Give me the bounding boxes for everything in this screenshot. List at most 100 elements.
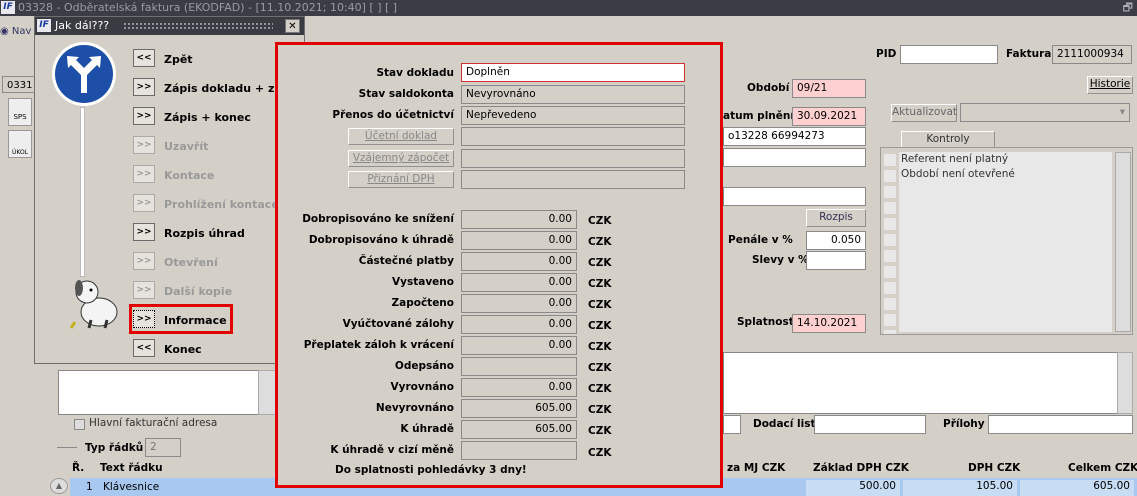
kontroly-button[interactable]: Kontroly xyxy=(901,131,995,148)
typ-radku-select[interactable]: 2 xyxy=(145,438,181,457)
kontroly-checkboxes[interactable] xyxy=(884,154,896,334)
dog-icon xyxy=(69,280,118,329)
faktura-field: 2111000934 xyxy=(1052,45,1132,64)
dialog-title[interactable]: Jak dál??? xyxy=(35,17,304,35)
prilohy-field[interactable] xyxy=(988,415,1133,434)
info-row-label: Dobropisováno k úhradě xyxy=(308,234,454,246)
info-row-value: 0.00 xyxy=(461,273,577,292)
ucetni-doklad-button[interactable]: Účetní doklad xyxy=(348,128,454,145)
uzavrit-label: Uzavřít xyxy=(164,140,209,153)
info-row-value: 0.00 xyxy=(461,294,577,313)
info-row-label: Přeplatek záloh k vrácení xyxy=(303,339,454,351)
zapis-dokladu-zpet-button[interactable]: >> xyxy=(133,78,155,96)
historie-button[interactable]: Historie xyxy=(1087,76,1133,94)
obdobi-field[interactable]: 09/21 xyxy=(792,79,866,98)
pid-label: PID xyxy=(876,48,897,60)
priznani-dph-button[interactable]: Přiznání DPH xyxy=(348,171,454,188)
jak-dal-dialog: Jak dál??? IF ✕ << Zpět >> Zápis dokladu… xyxy=(34,16,305,364)
dalsi-kopie-label: Další kopie xyxy=(164,285,233,298)
extra-field-2[interactable] xyxy=(723,187,866,206)
dodaci-prefix[interactable] xyxy=(723,415,741,434)
info-row-label: K úhradě xyxy=(400,423,454,435)
pid-field[interactable] xyxy=(900,45,998,64)
col-header-zaklad: Základ DPH CZK xyxy=(813,462,909,474)
zapis-konec-button[interactable]: >> xyxy=(133,107,155,125)
priznani-dph-field xyxy=(461,170,685,189)
kontroly-scrollbar[interactable] xyxy=(1115,152,1131,332)
chevron-down-icon: ▾ xyxy=(1119,106,1125,118)
row-zaklad: 500.00 xyxy=(806,480,900,496)
prilohy-label: Přílohy xyxy=(943,418,985,430)
info-row-label: Dobropisováno ke snížení xyxy=(302,213,454,225)
ico-field[interactable]: o13228 66994273 xyxy=(723,127,866,146)
scroll-up-icon[interactable]: ▲ xyxy=(50,478,68,494)
aktualizovat-button[interactable]: Aktualizovat xyxy=(891,104,957,122)
divider xyxy=(57,447,77,448)
vzajemny-zapocet-field xyxy=(461,149,685,168)
close-icon[interactable]: ✕ xyxy=(285,19,300,33)
datum-plneni-field[interactable]: 30.09.2021 xyxy=(792,107,866,126)
info-row-label: Vyúčtované zálohy xyxy=(342,318,454,330)
note-area[interactable] xyxy=(723,352,1118,414)
row-celkem: 605.00 xyxy=(1020,480,1134,496)
hlavni-checkbox[interactable] xyxy=(74,419,85,430)
penale-field[interactable]: 0.050 xyxy=(806,231,866,250)
informace-button[interactable]: >> xyxy=(133,310,155,328)
informace-panel: Stav dokladu Doplněn Stav saldokonta Nev… xyxy=(275,42,723,488)
info-row-label: Započteno xyxy=(391,297,454,309)
note-scrollbar[interactable] xyxy=(1117,352,1133,414)
dalsi-kopie-button[interactable]: >> xyxy=(133,281,155,299)
info-row-label: K úhradě v cizí měně xyxy=(330,444,454,456)
info-row-currency: CZK xyxy=(588,383,612,395)
otevreni-button[interactable]: >> xyxy=(133,252,155,270)
stav-saldokonta-label: Stav saldokonta xyxy=(358,88,454,100)
info-row-label: Nevyrovnáno xyxy=(375,402,454,414)
informace-label: Informace xyxy=(164,314,227,327)
nav-radio[interactable]: ◉ Nav xyxy=(0,26,31,37)
rozpis-uhrad-button[interactable]: >> xyxy=(133,223,155,241)
restore-icon[interactable]: 🗗 xyxy=(1123,0,1133,16)
stav-dokladu-label: Stav dokladu xyxy=(376,67,454,79)
slevy-field[interactable] xyxy=(806,251,866,270)
col-header-text: Text řádku xyxy=(100,462,163,474)
info-row-value: 605.00 xyxy=(461,399,577,418)
info-row-currency: CZK xyxy=(588,236,612,248)
info-row-label: Vyrovnáno xyxy=(390,381,454,393)
info-row-currency: CZK xyxy=(588,320,612,332)
penale-label: Penále v % xyxy=(728,234,793,246)
aktualizovat-select[interactable]: ▾ xyxy=(960,103,1130,122)
direction-sign-icon xyxy=(52,42,116,106)
dodaci-field[interactable] xyxy=(814,415,926,434)
row-num: 1 xyxy=(86,481,93,493)
prohlizeni-kontace-button[interactable]: >> xyxy=(133,194,155,212)
uzavrit-button[interactable]: >> xyxy=(133,136,155,154)
info-row-currency: CZK xyxy=(588,215,612,227)
address-area[interactable] xyxy=(58,370,278,415)
kontace-button[interactable]: >> xyxy=(133,165,155,183)
vzajemny-zapocet-button[interactable]: Vzájemný zápočet xyxy=(348,150,454,167)
zpet-label: Zpět xyxy=(164,53,193,66)
splatnost-field[interactable]: 14.10.2021 xyxy=(792,314,866,333)
kontace-label: Kontace xyxy=(164,169,215,182)
sps-icon[interactable]: SPS xyxy=(8,98,32,126)
extra-field[interactable] xyxy=(723,148,866,167)
rozpis-uhrad-label: Rozpis úhrad xyxy=(164,227,245,240)
radio-icon: ◉ xyxy=(0,26,9,37)
konec-button[interactable]: << xyxy=(133,339,155,357)
info-row-value: 0.00 xyxy=(461,378,577,397)
address-scrollbar[interactable] xyxy=(258,370,276,415)
datum-plneni-label: atum plnění xyxy=(723,110,794,122)
row-dph: 105.00 xyxy=(903,480,1017,496)
rozpis-button[interactable]: Rozpis xyxy=(806,209,866,227)
konec-label: Konec xyxy=(164,343,202,356)
splatnost-message: Do splatnosti pohledávky 3 dny! xyxy=(335,464,527,476)
zpet-button[interactable]: << xyxy=(133,49,155,67)
info-row-label: Částečné platby xyxy=(358,255,454,267)
ukol-icon[interactable]: ÚKOL xyxy=(8,130,32,158)
sign-pole xyxy=(80,107,85,277)
otevreni-label: Otevření xyxy=(164,256,218,269)
info-row-value: 0.00 xyxy=(461,231,577,250)
left-code: 0331 xyxy=(2,76,36,93)
info-row-value: 0.00 xyxy=(461,336,577,355)
kontroly-item: Referent není platný xyxy=(901,153,1009,165)
